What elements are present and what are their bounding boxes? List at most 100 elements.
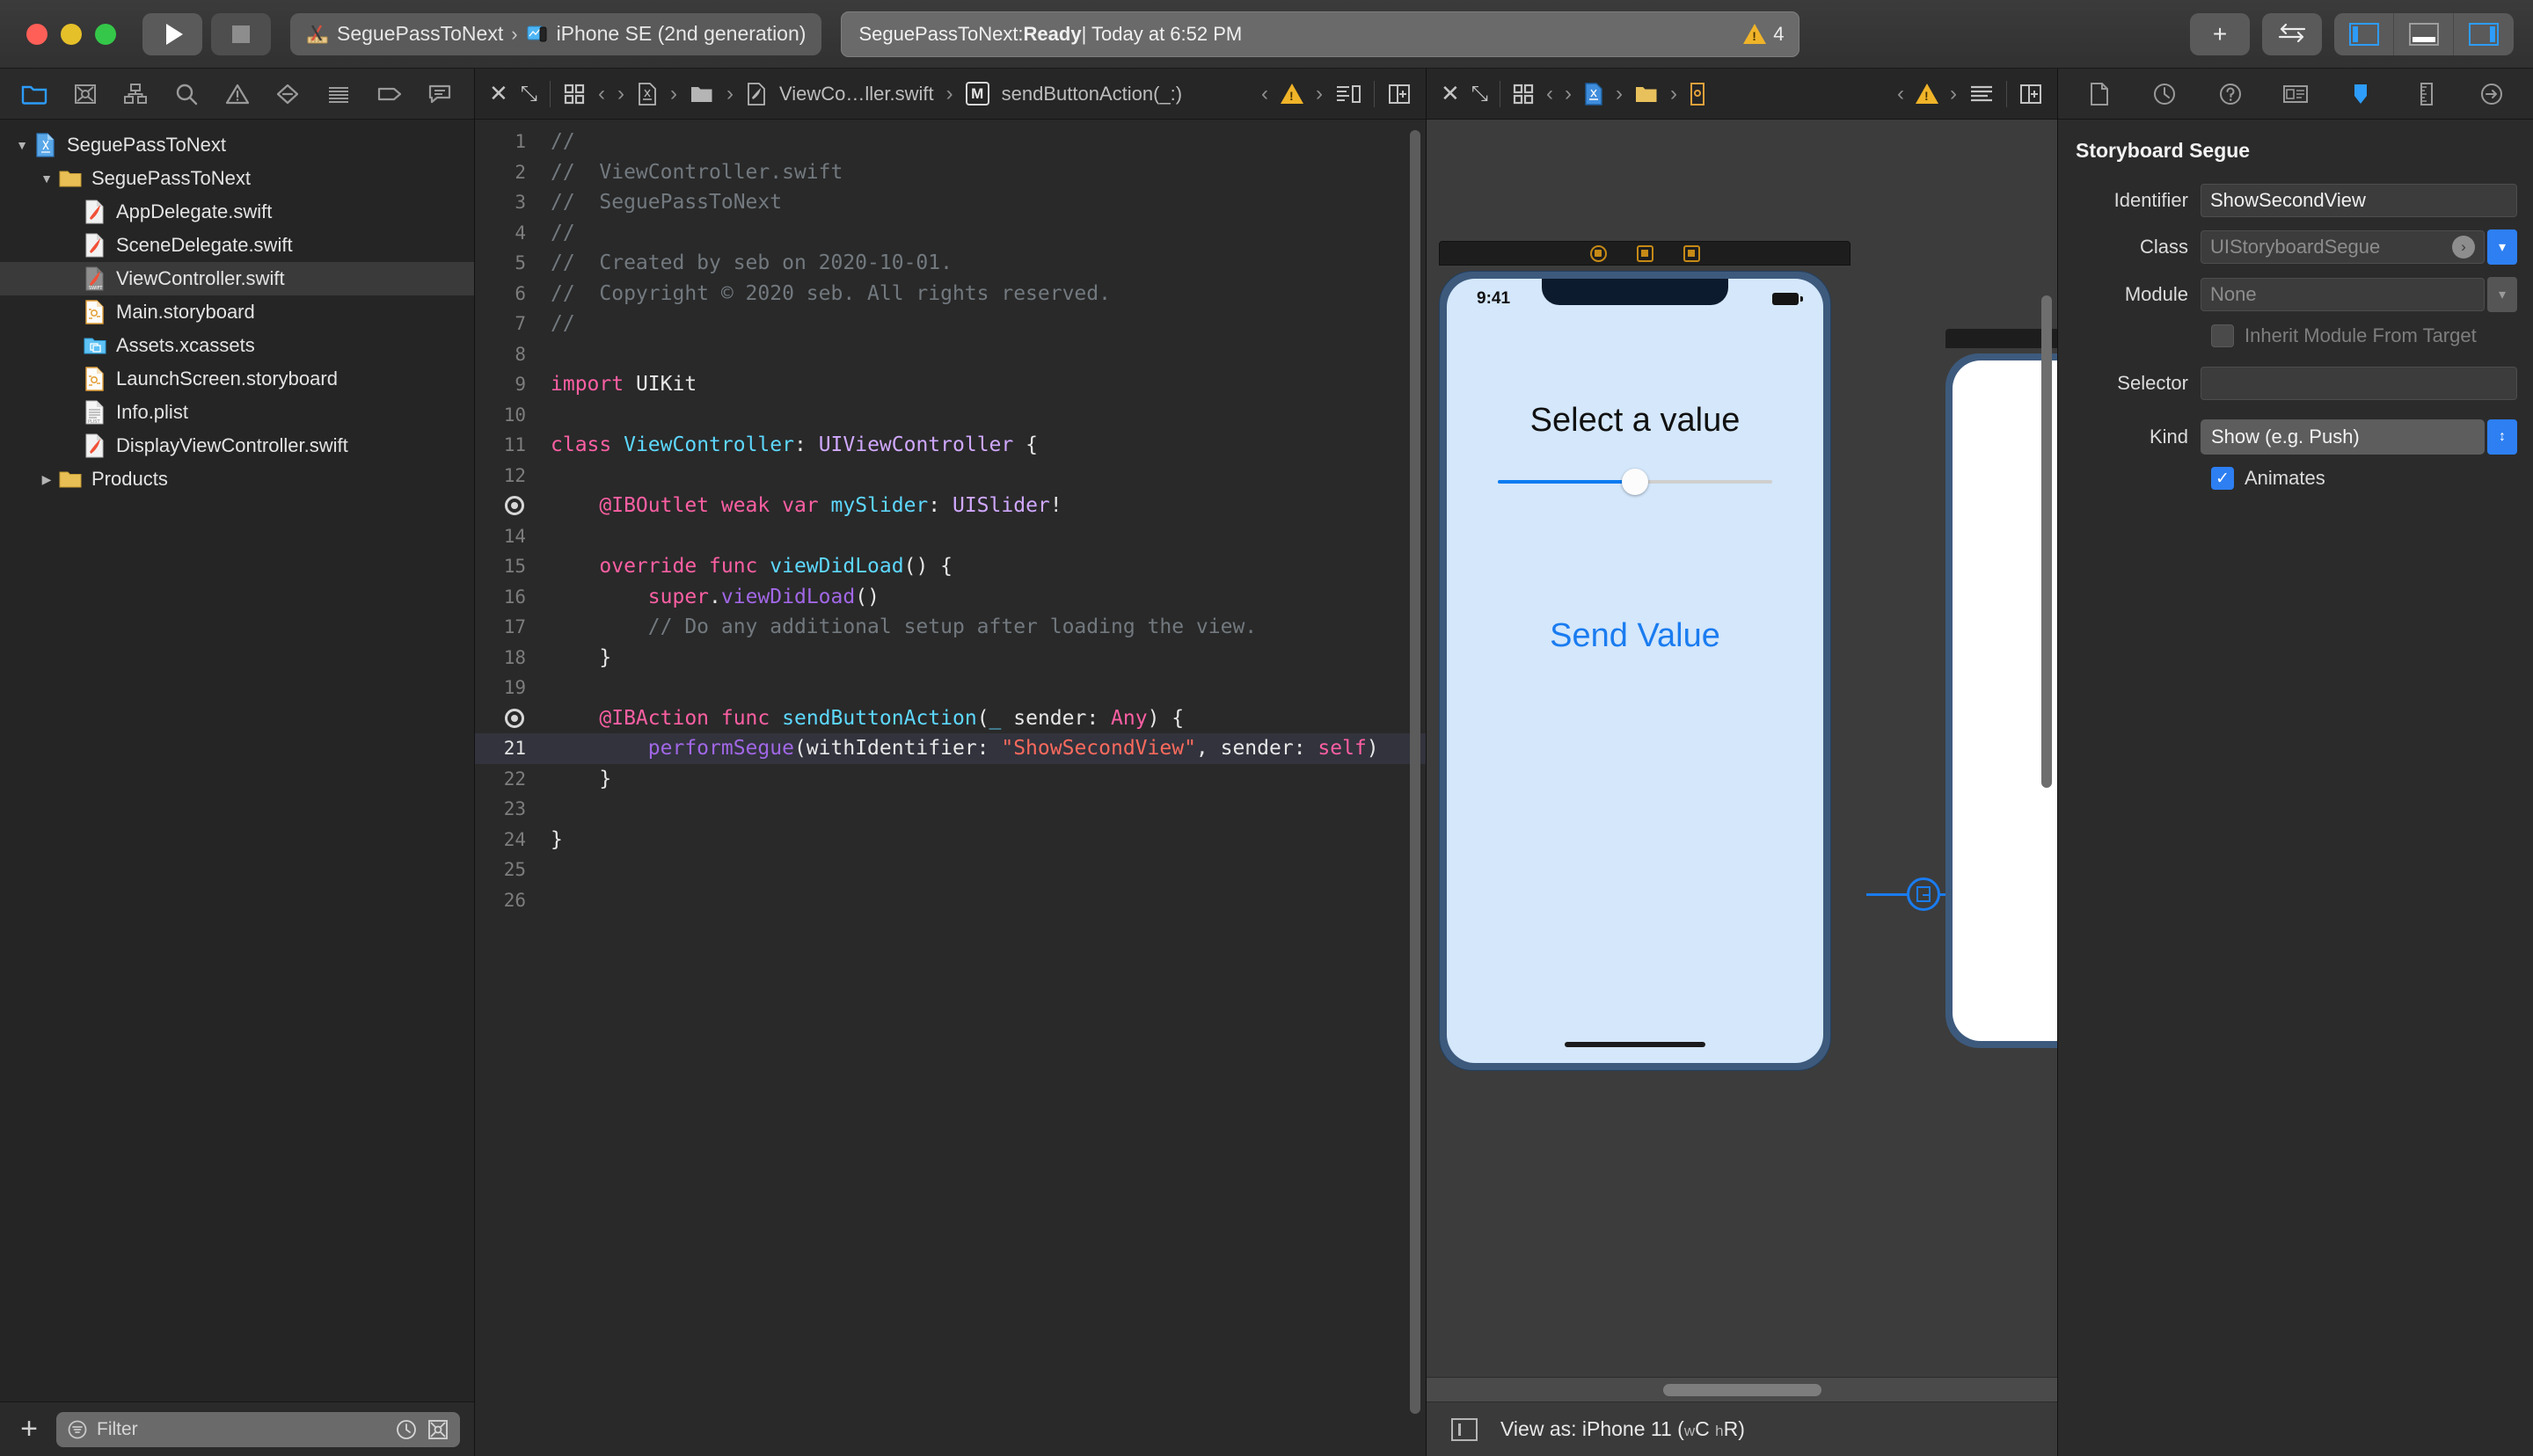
add-editor-right-icon[interactable]	[1387, 83, 1412, 106]
recent-clock-icon[interactable]	[395, 1418, 418, 1441]
code-line[interactable]: @IBAction func sendButtonAction(_ sender…	[475, 703, 1426, 734]
navigator-row[interactable]: SWIFT ViewController.swift	[0, 262, 474, 295]
code-line[interactable]: 6 // Copyright © 2020 seb. All rights res…	[475, 279, 1426, 309]
toggle-debug-area-button[interactable]	[2394, 12, 2454, 55]
source-control-filter-icon[interactable]	[427, 1418, 449, 1441]
inspector-tab-size[interactable]	[2393, 69, 2458, 119]
navigator-row[interactable]: LaunchScreen.storyboard	[0, 362, 474, 396]
line-number[interactable]: 3	[475, 187, 538, 218]
document-outline-icon[interactable]	[1968, 83, 1995, 106]
xcodeproj-icon[interactable]	[1583, 82, 1604, 106]
crumb-symbol-label[interactable]: sendButtonAction(_:)	[1002, 83, 1182, 106]
line-number[interactable]: 2	[475, 157, 538, 188]
code-line[interactable]: 2 // ViewController.swift	[475, 157, 1426, 188]
code-line[interactable]: 3 // SeguePassToNext	[475, 187, 1426, 218]
close-storyboard-button[interactable]: ✕	[1441, 80, 1460, 107]
xcodeproj-icon[interactable]	[637, 82, 658, 106]
kind-stepper-button[interactable]: ↕	[2487, 419, 2517, 455]
navigator-tab-find[interactable]	[161, 69, 212, 119]
line-number[interactable]: 16	[475, 582, 538, 613]
kind-select[interactable]: Show (e.g. Push)	[2201, 419, 2485, 455]
storyboard-vertical-scrollbar[interactable]	[2041, 295, 2052, 788]
line-number[interactable]: 4	[475, 218, 538, 249]
line-number[interactable]: 12	[475, 461, 538, 491]
go-back-button[interactable]: ‹	[598, 82, 605, 106]
ib-connection-marker-icon[interactable]	[505, 708, 524, 728]
line-number[interactable]: 11	[475, 430, 538, 461]
code-area[interactable]: 1 // 2 // ViewController.swift 3 // SeguePass…	[475, 120, 1426, 1456]
toggle-assistant-button[interactable]	[2262, 12, 2322, 55]
navigator-row[interactable]: PLIST Info.plist	[0, 396, 474, 429]
toggle-document-outline-icon[interactable]	[1451, 1417, 1478, 1441]
view-controller-dock-icon[interactable]	[1589, 244, 1607, 262]
class-input[interactable]: UIStoryboardSegue ›	[2201, 230, 2485, 264]
inherit-module-checkbox[interactable]	[2211, 324, 2234, 347]
code-line[interactable]: 23	[475, 794, 1426, 825]
navigator-tab-issue[interactable]	[212, 69, 263, 119]
module-input[interactable]: None	[2201, 278, 2485, 311]
code-line[interactable]: 11 class ViewController: UIViewController…	[475, 430, 1426, 461]
navigator-row[interactable]: ▶ Products	[0, 462, 474, 496]
animates-checkbox[interactable]: ✓	[2211, 467, 2234, 490]
expand-editor-button[interactable]: ⤡	[521, 82, 537, 106]
line-number[interactable]: 15	[475, 551, 538, 582]
navigator-tab-debug[interactable]	[313, 69, 364, 119]
warning-count-badge[interactable]: 4	[1743, 23, 1784, 46]
sb-next-issue-button[interactable]: ›	[1950, 82, 1957, 106]
run-button[interactable]	[142, 12, 202, 55]
line-number[interactable]: 25	[475, 855, 538, 885]
inspector-tab-connections[interactable]	[2459, 69, 2524, 119]
stop-button[interactable]	[211, 12, 271, 55]
sb-previous-issue-button[interactable]: ‹	[1897, 82, 1904, 106]
hscroll-thumb[interactable]	[1662, 1383, 1821, 1396]
disclosure-triangle-open-icon[interactable]: ▼	[11, 138, 33, 152]
scene2-dock[interactable]	[1945, 329, 2057, 348]
first-responder-dock-icon[interactable]	[1636, 244, 1653, 262]
navigator-tab-project[interactable]	[9, 69, 60, 119]
minimize-window-button[interactable]	[61, 23, 82, 45]
code-line[interactable]: 5 // Created by seb on 2020-10-01.	[475, 248, 1426, 279]
filter-input[interactable]: Filter	[56, 1411, 460, 1447]
line-number[interactable]: 9	[475, 369, 538, 400]
line-number[interactable]: 8	[475, 339, 538, 370]
inspector-tab-identity[interactable]	[2263, 69, 2328, 119]
navigator-row[interactable]: ▼ SeguePassToNext	[0, 128, 474, 162]
code-lines[interactable]: 1 // 2 // ViewController.swift 3 // SeguePass…	[475, 120, 1426, 915]
code-line[interactable]: 9 import UIKit	[475, 369, 1426, 400]
minimap-toggle-icon[interactable]	[1335, 83, 1361, 106]
scrollbar-thumb[interactable]	[1410, 130, 1420, 1414]
navigator-tab-source-control[interactable]	[60, 69, 111, 119]
editor-vertical-scrollbar[interactable]	[1410, 130, 1420, 1445]
code-line[interactable]: 22 }	[475, 764, 1426, 795]
folder-crumb-icon[interactable]	[690, 84, 714, 105]
add-file-button[interactable]: +	[14, 1414, 44, 1444]
inspector-tab-quick-help[interactable]	[2198, 69, 2263, 119]
expand-storyboard-button[interactable]: ⤡	[1471, 82, 1488, 106]
close-editor-button[interactable]: ✕	[489, 80, 508, 107]
code-line[interactable]: 19	[475, 673, 1426, 703]
activity-status-bar[interactable]: SeguePassToNext: Ready | Today at 6:52 P…	[841, 11, 1800, 57]
ib-connection-marker-icon[interactable]	[505, 496, 524, 516]
code-line[interactable]: 7 //	[475, 309, 1426, 339]
selector-input[interactable]	[2201, 367, 2517, 400]
code-line[interactable]: 14	[475, 521, 1426, 552]
line-number[interactable]: 10	[475, 400, 538, 431]
code-line[interactable]: @IBOutlet weak var mySlider: UISlider!	[475, 491, 1426, 521]
navigator-tab-test[interactable]	[262, 69, 313, 119]
code-line[interactable]: 17 // Do any additional setup after load…	[475, 612, 1426, 643]
navigator-row[interactable]: Assets.xcassets	[0, 329, 474, 362]
view-controller-scene[interactable]: 9:41 Select a value Send Value	[1439, 241, 1850, 1071]
close-window-button[interactable]	[26, 23, 47, 45]
exit-dock-icon[interactable]	[1683, 244, 1700, 262]
navigator-row[interactable]: AppDelegate.swift	[0, 195, 474, 229]
storyboard-back-button[interactable]: ‹	[1546, 82, 1553, 106]
identifier-input[interactable]: ShowSecondView	[2201, 184, 2517, 217]
go-forward-button[interactable]: ›	[617, 82, 624, 106]
line-number[interactable]: 18	[475, 643, 538, 673]
crumb-file-label[interactable]: ViewCo…ller.swift	[779, 83, 934, 106]
line-number[interactable]: 6	[475, 279, 538, 309]
next-issue-button[interactable]: ›	[1316, 82, 1323, 106]
line-number[interactable]: 24	[475, 825, 538, 855]
navigator-row[interactable]: Main.storyboard	[0, 295, 474, 329]
navigator-row[interactable]: ▼ SeguePassToNext	[0, 162, 474, 195]
